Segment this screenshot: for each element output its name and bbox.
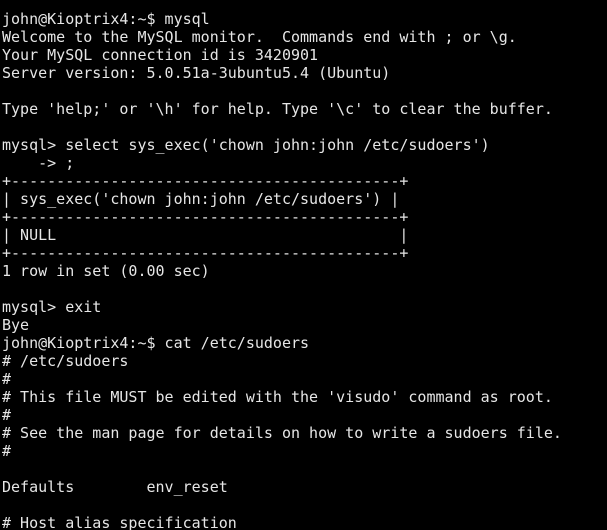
sudoers-comment-line: # bbox=[2, 370, 12, 388]
mysql-server-version-line: Server version: 5.0.51a-3ubuntu5.4 (Ubun… bbox=[2, 64, 391, 82]
result-row-count-line: 1 row in set (0.00 sec) bbox=[2, 262, 210, 280]
result-table-border: +---------------------------------------… bbox=[2, 172, 409, 190]
terminal-window[interactable]: john@Kioptrix4:~$ mysql Welcome to the M… bbox=[0, 0, 607, 530]
sudoers-comment-line: # bbox=[2, 442, 12, 460]
result-table-border: +---------------------------------------… bbox=[2, 244, 409, 262]
mysql-query-line: mysql> select sys_exec('chown john:john … bbox=[2, 136, 490, 154]
sudoers-comment-line: # bbox=[2, 406, 12, 424]
terminal-line-top-partial bbox=[2, 0, 562, 10]
mysql-exit-command-line: mysql> exit bbox=[2, 298, 102, 316]
mysql-query-continuation-line: -> ; bbox=[2, 154, 75, 172]
sudoers-comment-line: # See the man page for details on how to… bbox=[2, 424, 562, 442]
result-table-row: | NULL | bbox=[2, 226, 409, 244]
result-table-header: | sys_exec('chown john:john /etc/sudoers… bbox=[2, 190, 400, 208]
mysql-bye-line: Bye bbox=[2, 316, 30, 334]
shell-prompt-mysql: john@Kioptrix4:~$ mysql bbox=[2, 10, 210, 28]
result-table-border: +---------------------------------------… bbox=[2, 208, 409, 226]
shell-prompt-cat-sudoers: john@Kioptrix4:~$ cat /etc/sudoers bbox=[2, 334, 310, 352]
mysql-help-hint-line: Type 'help;' or '\h' for help. Type '\c'… bbox=[2, 100, 553, 118]
sudoers-defaults-line: Defaults env_reset bbox=[2, 478, 228, 496]
sudoers-host-alias-comment: # Host alias specification bbox=[2, 514, 237, 530]
sudoers-comment-line: # This file MUST be edited with the 'vis… bbox=[2, 388, 553, 406]
mysql-welcome-line: Welcome to the MySQL monitor. Commands e… bbox=[2, 28, 517, 46]
terminal-output: john@Kioptrix4:~$ mysql Welcome to the M… bbox=[2, 0, 562, 530]
mysql-connection-id-line: Your MySQL connection id is 3420901 bbox=[2, 46, 319, 64]
sudoers-comment-line: # /etc/sudoers bbox=[2, 352, 129, 370]
